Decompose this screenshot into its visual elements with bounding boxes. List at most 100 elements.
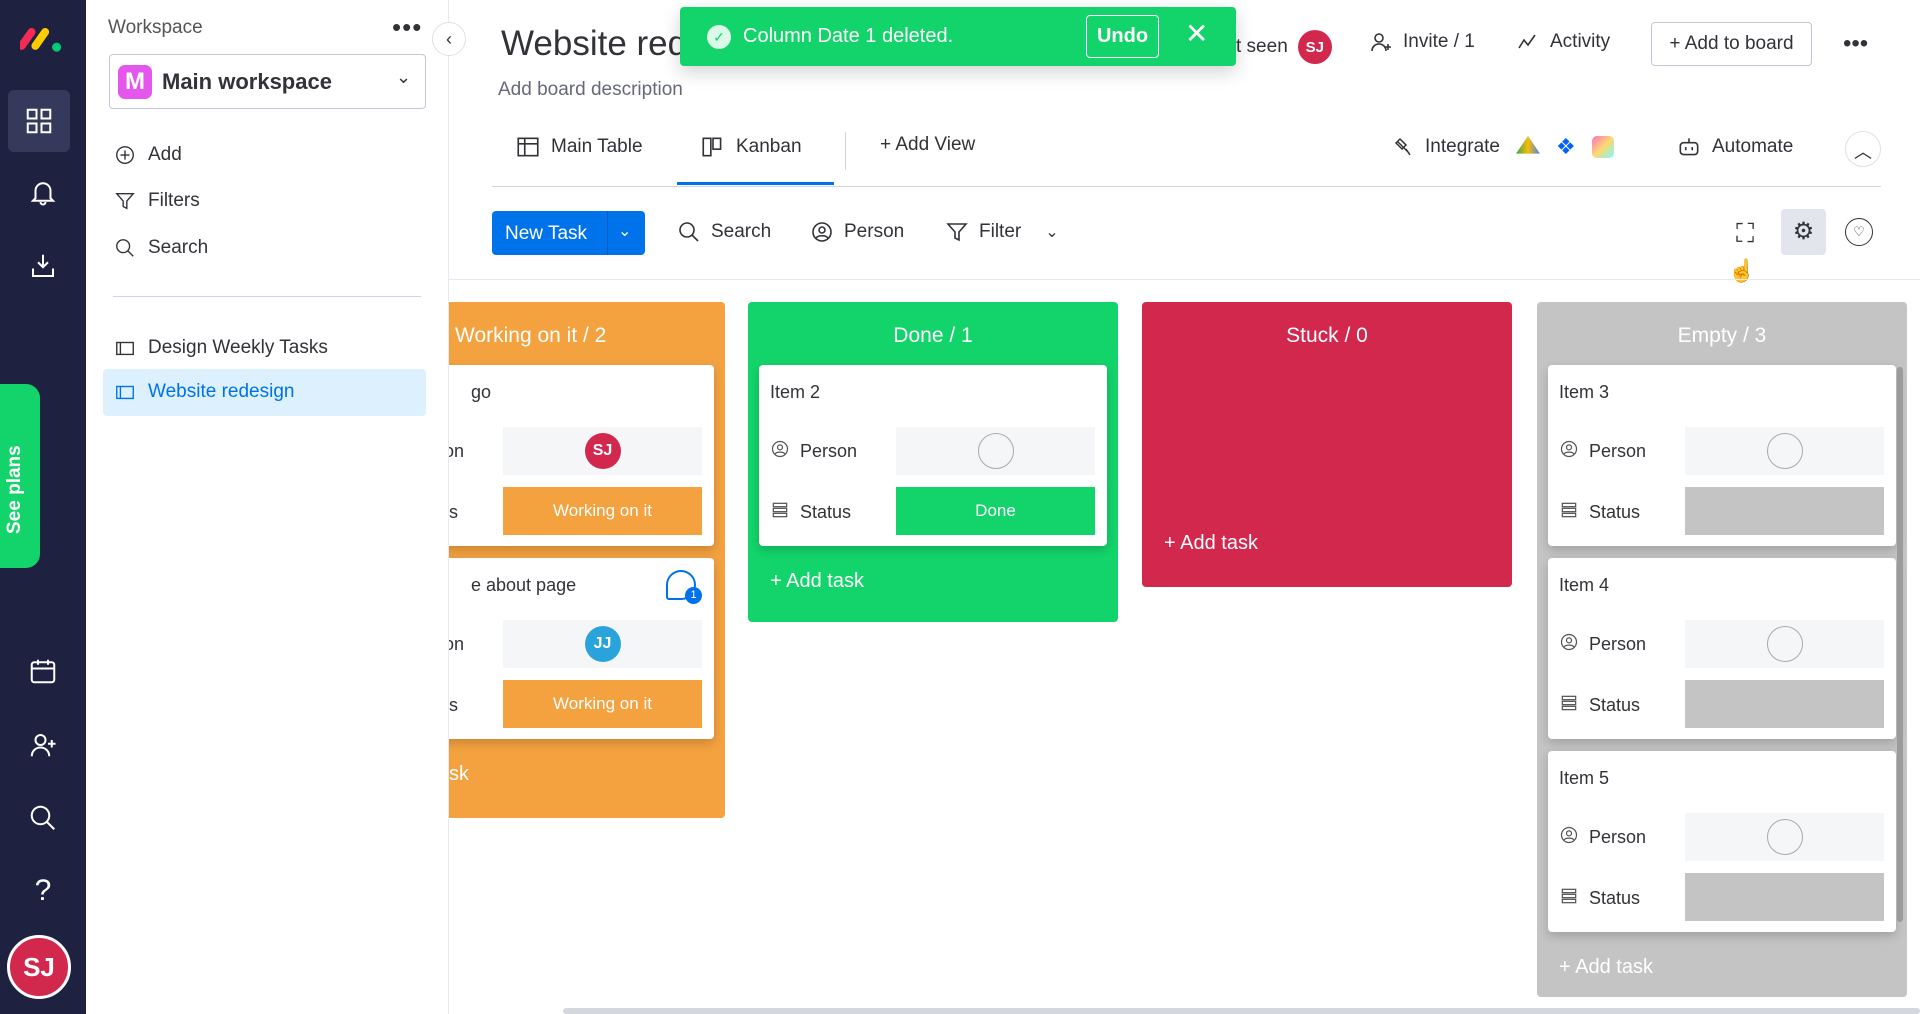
card-title[interactable]: Item 2 [770,382,820,403]
kanban-card[interactable]: Item 5 Person Status [1548,751,1896,932]
column-header[interactable]: Empty / 3 [1537,302,1907,365]
avatar: SJ [584,433,621,469]
person-filter-button[interactable]: Person [810,220,904,244]
kanban-column-empty: Empty / 3 Item 3 Person Status Item 4 Person S… [1537,302,1907,997]
kanban-card[interactable]: go Person Status SJ Working on it [449,365,714,546]
empty-person-icon [977,433,1014,469]
card-title[interactable]: Item 3 [1559,382,1609,403]
kanban-card[interactable]: Item 2 Person Status Done [759,365,1107,546]
apps-grid-icon[interactable] [8,90,70,152]
board-description[interactable]: Add board description [498,79,683,101]
comment-icon[interactable]: 1 [666,570,702,604]
status-icon [1559,693,1579,718]
status-label: Status [1559,886,1640,911]
check-icon: ✓ [707,25,731,49]
add-task-button[interactable]: sk [449,763,469,786]
calendar-icon[interactable] [18,646,68,696]
person-cell[interactable]: SJ [503,427,702,475]
avatar: SJ [1297,30,1332,64]
plug-icon [1394,137,1411,156]
tab-kanban[interactable]: Kanban [700,134,802,160]
card-title[interactable]: e about page [471,575,576,596]
chevron-down-icon[interactable]: ⌄ [618,221,631,241]
status-cell[interactable] [1685,680,1884,728]
kanban-card[interactable]: Item 3 Person Status [1548,365,1896,546]
add-task-button[interactable]: + Add task [1559,956,1653,979]
workspace-more-icon[interactable]: ••• [392,12,422,43]
invite-button[interactable]: Invite / 1 [1369,30,1475,54]
chevron-up-icon[interactable]: ︿ [1845,131,1881,167]
collapse-panel-button[interactable]: ‹ [432,22,466,56]
more-icon[interactable]: ••• [1843,30,1868,58]
card-title[interactable]: Item 4 [1559,575,1609,596]
feedback-heart-icon[interactable]: ♡ [1845,218,1873,246]
column-header[interactable]: Done / 1 [748,302,1118,365]
person-cell[interactable] [896,427,1095,475]
workspace-dropdown[interactable]: M Main workspace ⌄ [109,54,426,109]
column-header[interactable]: Working on it / 2 [449,302,725,365]
card-title[interactable]: Item 5 [1559,768,1609,789]
filter-button[interactable]: Filter ⌄ [945,220,1059,244]
user-avatar[interactable]: SJ [7,935,71,999]
last-seen[interactable]: t seen SJ [1236,30,1332,64]
column-scrollbar[interactable] [1897,367,1903,922]
workspace-label: Workspace [108,17,203,38]
kanban-icon [702,137,722,157]
tab-main-table[interactable]: Main Table [515,134,643,160]
column-header[interactable]: Stuck / 0 [1142,302,1512,365]
person-cell[interactable] [1685,427,1884,475]
status-cell[interactable] [1685,487,1884,535]
person-icon [812,222,832,242]
status-label: Status [770,500,851,525]
tab-add-view[interactable]: + Add View [880,134,975,156]
add-task-button[interactable]: + Add task [1164,532,1258,555]
inbox-download-icon[interactable] [18,241,68,291]
board-icon [116,341,134,356]
invite-user-icon[interactable] [18,720,68,770]
person-label: Person [1559,825,1646,850]
settings-gear-icon[interactable]: ⚙ [1781,209,1826,255]
fullscreen-icon[interactable]: ⛶ [1736,218,1754,250]
card-title[interactable]: go [471,382,491,403]
kanban-card[interactable]: e about page Person Status JJ Working on it 1 [449,558,714,739]
person-cell[interactable] [1685,813,1884,861]
add-task-button[interactable]: + Add task [770,570,864,593]
chevron-down-icon[interactable]: ⌄ [1045,222,1058,242]
divider [113,296,421,297]
integrate-button[interactable]: Integrate ❖ [1391,134,1614,160]
filter-icon [946,223,968,242]
board-title[interactable]: Website red [501,24,687,64]
help-icon[interactable]: ? [18,866,68,916]
workspace-add[interactable]: Add [114,144,182,166]
person-cell[interactable]: JJ [503,620,702,668]
workspace-search[interactable]: Search [114,237,208,259]
add-to-board-button[interactable]: + Add to board [1651,22,1812,66]
status-cell[interactable]: Working on it [503,680,702,728]
bell-icon[interactable] [18,167,68,217]
comment-count-badge: 1 [685,587,702,604]
workspace-filters[interactable]: Filters [114,190,200,212]
status-cell[interactable]: Working on it [503,487,702,535]
search-icon[interactable] [18,793,68,843]
person-cell[interactable] [1685,620,1884,668]
horizontal-scrollbar[interactable] [563,1008,1920,1014]
board-item-website-redesign-label[interactable]: Website redesign [114,381,294,403]
status-cell[interactable] [1685,873,1884,921]
status-cell[interactable]: Done [896,487,1095,535]
status-label: Status [1559,500,1640,525]
new-task-button[interactable]: New Task ⌄ [492,211,645,255]
status-icon [770,500,790,525]
status-label: Status [1559,693,1640,718]
monday-logo[interactable] [18,12,68,62]
activity-button[interactable]: Activity [1516,30,1610,54]
close-icon[interactable]: ✕ [1185,17,1208,50]
see-plans-tab[interactable]: See plans [0,384,40,568]
board-item-design-weekly-tasks[interactable]: Design Weekly Tasks [114,337,328,359]
status-label: Status [449,693,458,718]
google-drive-icon [1516,136,1540,154]
kanban-card[interactable]: Item 4 Person Status [1548,558,1896,739]
automate-button[interactable]: Automate [1676,134,1793,160]
search-button[interactable]: Search [677,220,771,244]
undo-button[interactable]: Undo [1086,15,1159,58]
person-icon [1559,825,1579,850]
